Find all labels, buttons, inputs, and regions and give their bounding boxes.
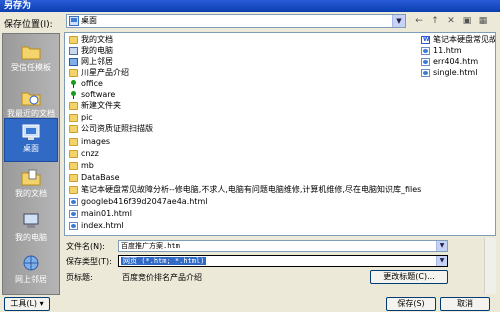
folder-icon bbox=[69, 174, 78, 182]
list-item[interactable]: index.html bbox=[69, 221, 124, 231]
list-item[interactable]: 我的电脑 bbox=[69, 46, 113, 56]
list-item[interactable]: single.html bbox=[421, 68, 477, 78]
place-label: 网上邻居 bbox=[15, 275, 47, 284]
back-icon[interactable]: ← bbox=[412, 15, 426, 28]
folder-icon bbox=[21, 46, 41, 60]
list-item[interactable]: 笔记本硬盘常见故障分析--修电脑,不求人,电脑有问题电脑维修,计算机维修,尽在电… bbox=[69, 185, 421, 195]
network-icon bbox=[23, 255, 39, 271]
change-title-button[interactable]: 更改标题(C)... bbox=[370, 270, 448, 284]
list-item[interactable]: 笔记本硬盘常见故障 bbox=[421, 35, 495, 45]
folder-icon bbox=[69, 69, 78, 77]
scrollbar[interactable] bbox=[484, 238, 496, 294]
up-folder-icon[interactable]: ↑ bbox=[428, 15, 442, 28]
network-icon bbox=[69, 58, 78, 66]
folder-icon bbox=[69, 186, 78, 194]
save-in-value: 桌面 bbox=[81, 16, 97, 25]
chevron-down-icon: ▾ bbox=[39, 299, 44, 308]
list-item[interactable]: 11.htm bbox=[421, 46, 462, 56]
chevron-down-icon[interactable]: ▼ bbox=[436, 241, 447, 251]
list-item[interactable]: googleb416f39d2047ae4a.html bbox=[69, 197, 207, 207]
place-desktop[interactable]: 桌面 bbox=[4, 118, 58, 162]
new-folder-icon[interactable]: ▣ bbox=[460, 15, 474, 28]
list-item[interactable]: office bbox=[69, 79, 103, 89]
list-item[interactable]: 公司资质证照扫描版 bbox=[69, 124, 153, 134]
folder-icon bbox=[69, 114, 78, 122]
filetype-label: 保存类型(T): bbox=[66, 257, 112, 266]
list-item[interactable]: 川星产品介绍 bbox=[69, 68, 129, 78]
list-item[interactable]: software bbox=[69, 90, 115, 100]
pin-icon bbox=[69, 91, 78, 99]
pin-icon bbox=[69, 80, 78, 88]
filetype-select[interactable]: 网页 (*.htm; *.html) ▼ bbox=[118, 255, 448, 267]
delete-icon[interactable]: ✕ bbox=[444, 15, 458, 28]
save-in-label: 保存位置(I): bbox=[4, 20, 53, 30]
list-item[interactable]: pic bbox=[69, 113, 93, 123]
computer-icon bbox=[69, 47, 78, 55]
place-my-computer[interactable]: 我的电脑 bbox=[4, 208, 58, 254]
list-item[interactable]: 新建文件夹 bbox=[69, 101, 121, 111]
place-label: 我的文档 bbox=[15, 189, 47, 198]
filename-input[interactable]: 百度推广方案.htm ▼ bbox=[118, 240, 448, 252]
save-button[interactable]: 保存(S) bbox=[386, 297, 436, 311]
list-item[interactable]: images bbox=[69, 137, 110, 147]
list-item[interactable]: 我的文档 bbox=[69, 35, 113, 45]
recent-docs-icon bbox=[21, 92, 41, 106]
list-item[interactable]: DataBase bbox=[69, 173, 120, 183]
computer-icon bbox=[23, 213, 39, 228]
folder-icon bbox=[69, 125, 78, 133]
html-file-icon bbox=[421, 69, 430, 77]
list-item[interactable]: cnzz bbox=[69, 149, 99, 159]
save-in-row: 保存位置(I): 桌面 ▼ ← ↑ ✕ ▣ ▦ bbox=[0, 14, 500, 30]
place-label: 桌面 bbox=[23, 144, 39, 153]
chevron-down-icon[interactable]: ▼ bbox=[436, 256, 447, 266]
list-item[interactable]: mb bbox=[69, 161, 94, 171]
page-title-value: 百度竞价排名产品介绍 bbox=[122, 273, 202, 282]
save-in-dropdown[interactable]: 桌面 ▼ bbox=[66, 14, 406, 28]
folder-icon bbox=[69, 150, 78, 158]
place-label: 我最近的文档 bbox=[7, 109, 55, 118]
html-file-icon bbox=[69, 222, 78, 230]
window-title: 另存为 bbox=[0, 0, 500, 12]
desktop-icon bbox=[22, 124, 40, 140]
cancel-button[interactable]: 取消 bbox=[440, 297, 490, 311]
documents-icon bbox=[21, 169, 41, 186]
filename-label: 文件名(N): bbox=[66, 242, 105, 251]
chevron-down-icon[interactable]: ▼ bbox=[392, 15, 405, 27]
views-icon[interactable]: ▦ bbox=[476, 15, 490, 28]
place-network[interactable]: 网上邻居 bbox=[4, 250, 58, 296]
places-bar: 受信任模板 我最近的文档 桌面 我的文档 我的电脑 网上邻居 bbox=[2, 33, 60, 295]
html-file-icon bbox=[421, 47, 430, 55]
html-file-icon bbox=[69, 198, 78, 206]
desktop-icon bbox=[69, 16, 79, 26]
word-file-icon bbox=[421, 35, 430, 45]
html-file-icon bbox=[69, 210, 78, 218]
list-item[interactable]: 网上邻居 bbox=[69, 57, 113, 67]
folder-icon bbox=[69, 162, 78, 170]
place-trusted-templates[interactable]: 受信任模板 bbox=[4, 38, 58, 84]
list-item[interactable]: err404.htm bbox=[421, 57, 478, 67]
html-file-icon bbox=[421, 58, 430, 66]
place-label: 受信任模板 bbox=[11, 63, 51, 72]
tools-button[interactable]: 工具(L) ▾ bbox=[4, 297, 50, 311]
place-label: 我的电脑 bbox=[15, 233, 47, 242]
list-item[interactable]: main01.html bbox=[69, 209, 132, 219]
place-my-documents[interactable]: 我的文档 bbox=[4, 164, 58, 210]
page-title-label: 页标题: bbox=[66, 273, 93, 282]
folder-icon bbox=[69, 102, 78, 110]
folder-icon bbox=[69, 36, 78, 44]
file-list[interactable]: 我的文档 我的电脑 网上邻居 川星产品介绍 office software 新建… bbox=[64, 32, 496, 236]
folder-icon bbox=[69, 138, 78, 146]
